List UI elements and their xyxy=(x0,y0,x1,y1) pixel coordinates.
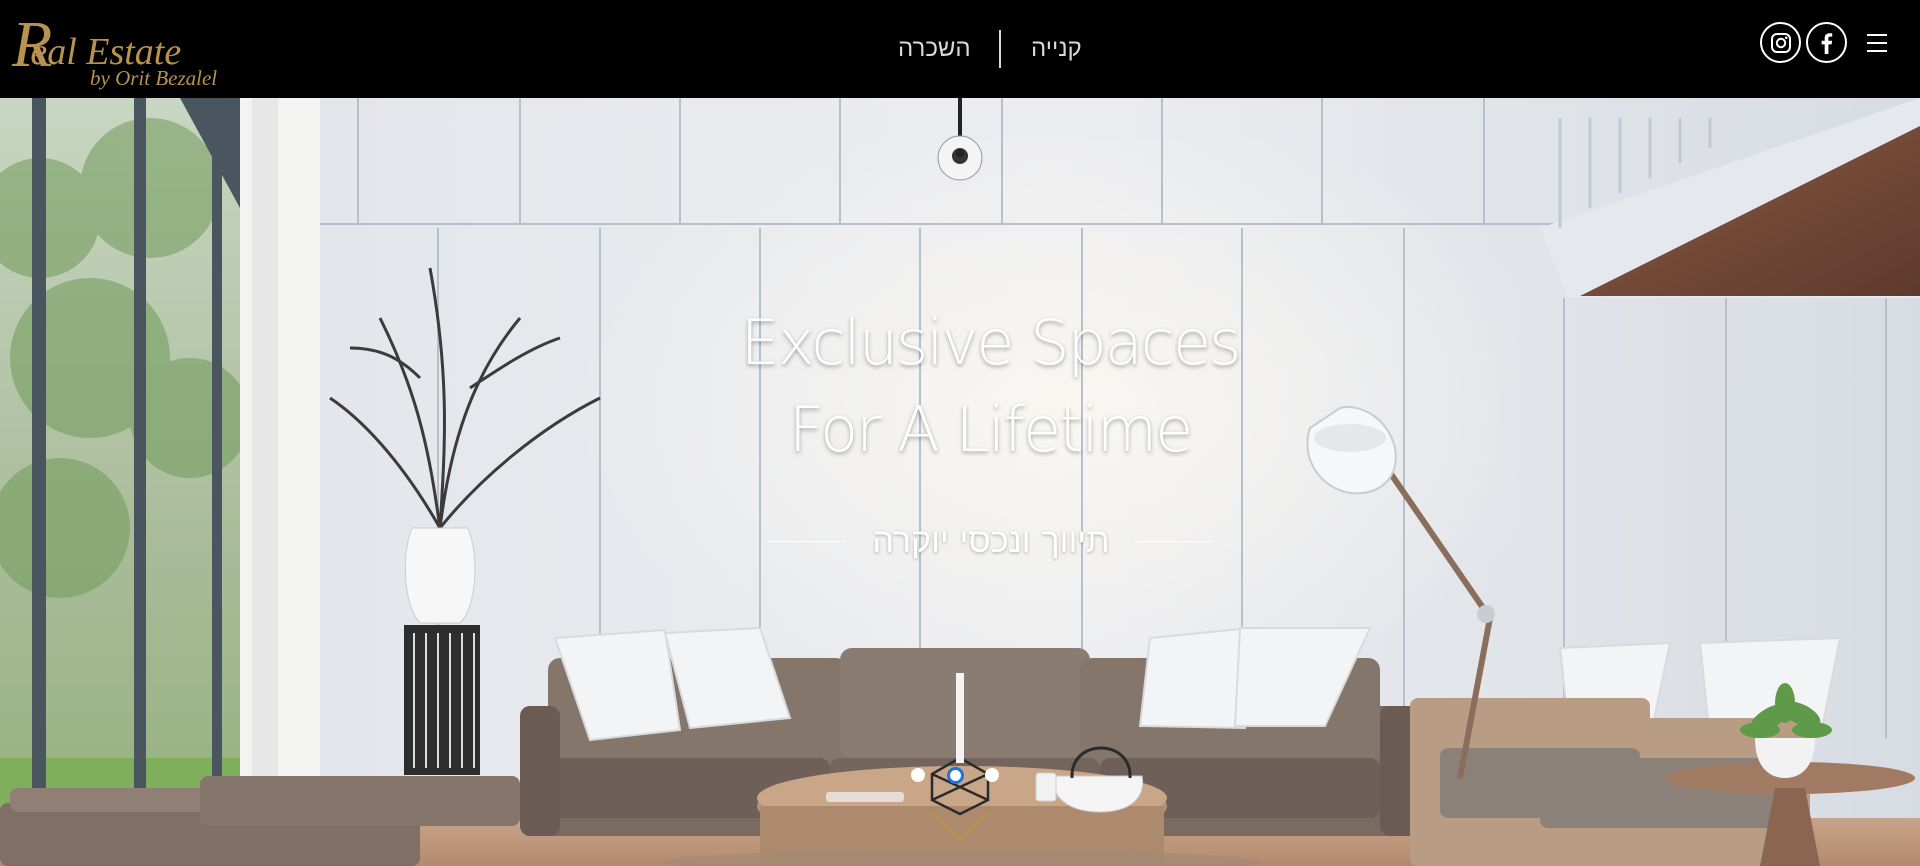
tagline-right-rule xyxy=(1135,541,1213,542)
menu-bar xyxy=(1867,50,1887,52)
hamburger-menu-button[interactable] xyxy=(1865,31,1893,55)
logo-subtitle: by Orit Bezalel xyxy=(90,66,218,90)
tagline-left-rule xyxy=(767,541,845,542)
site-header: Real Estate by Orit Bezalel השכרה קנייה xyxy=(0,0,1920,98)
instagram-icon xyxy=(1770,32,1791,53)
slide-dot-3[interactable] xyxy=(985,768,999,782)
hero-headline-line1: Exclusive Spaces xyxy=(740,306,1242,379)
facebook-button[interactable] xyxy=(1806,22,1847,63)
brand-logo[interactable]: Real Estate by Orit Bezalel xyxy=(12,10,252,91)
hero-headline-line2: For A Lifetime xyxy=(788,393,1194,466)
hero-banner: Exclusive Spaces For A Lifetime תיווך ונ… xyxy=(0,98,1920,866)
menu-bar xyxy=(1867,42,1887,44)
hero-background-image xyxy=(0,98,1920,866)
chevron-down-icon xyxy=(929,810,991,842)
menu-bar xyxy=(1867,34,1887,36)
facebook-icon xyxy=(1821,32,1832,54)
nav-item-rent[interactable]: השכרה xyxy=(898,27,971,69)
slide-dot-2-active[interactable] xyxy=(947,767,964,784)
nav-item-buy[interactable]: קנייה xyxy=(1031,27,1082,69)
instagram-button[interactable] xyxy=(1760,22,1801,63)
nav-divider xyxy=(999,30,1001,68)
hero-tagline: תיווך ונכסי יוקרה xyxy=(872,521,1110,561)
slide-dot-1[interactable] xyxy=(911,768,925,782)
scroll-down-button[interactable] xyxy=(928,809,992,845)
